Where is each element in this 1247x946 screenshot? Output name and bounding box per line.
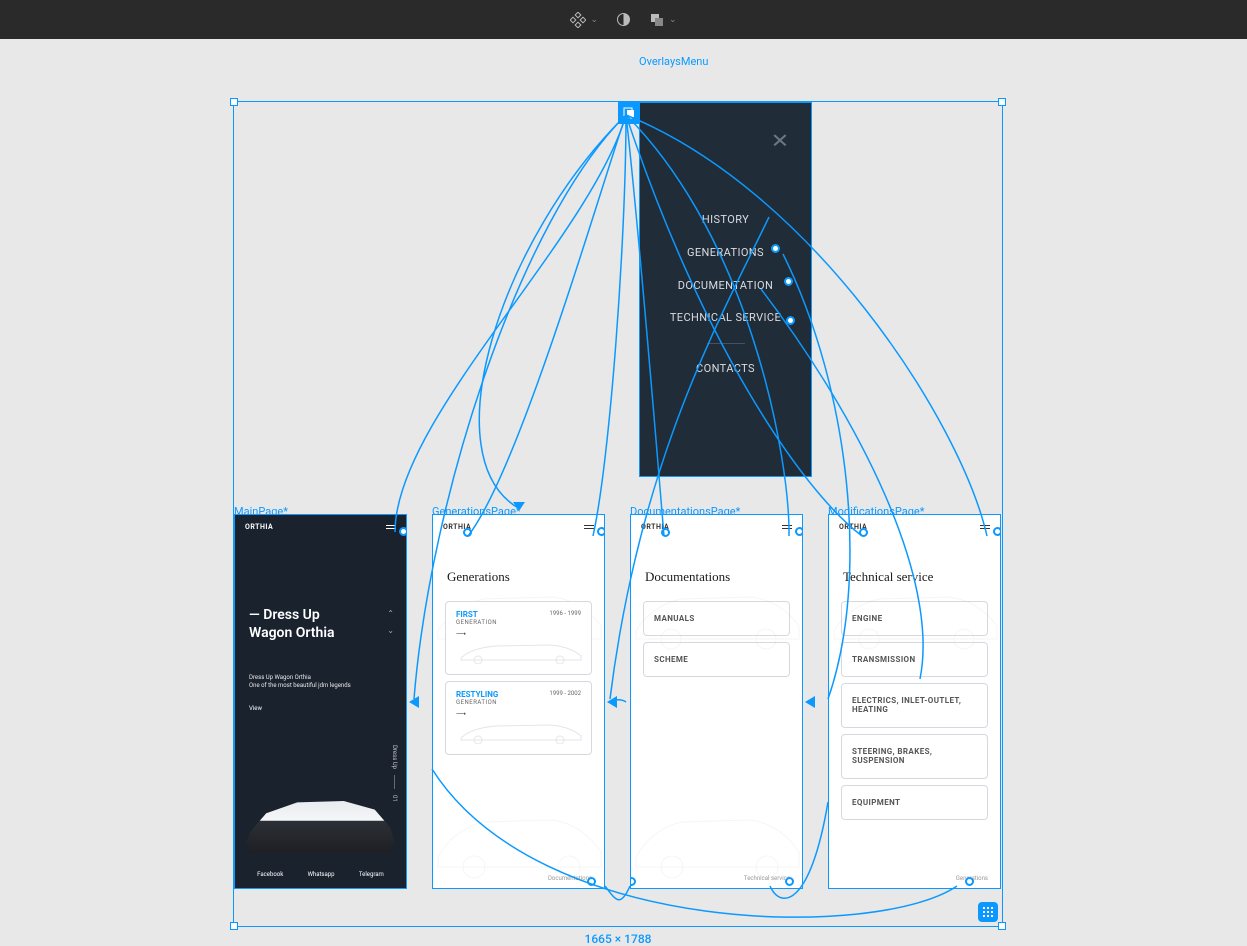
card-years: 1999 - 2002 [549, 690, 581, 697]
prototype-link-dot[interactable] [993, 527, 1001, 536]
scroll-chevrons[interactable]: ⌃⌄ [387, 609, 394, 635]
background-car-outline [829, 571, 1001, 651]
overlays-menu-frame[interactable]: ✕ HISTORY GENERATIONS DOCUMENTATION TECH… [639, 102, 812, 477]
prototype-link-dot[interactable] [786, 316, 795, 325]
prototype-link-dot[interactable] [795, 527, 803, 536]
prototype-link-dot[interactable] [597, 527, 605, 536]
card-years: 1996 - 1999 [549, 610, 581, 617]
tech-card-steering[interactable]: STEERING, BRAKES, SUSPENSION [841, 734, 988, 779]
arrow-right-icon: ⟶ [456, 710, 581, 718]
generation-card-first[interactable]: FIRST GENERATION 1996 - 1999 ⟶ [445, 601, 592, 675]
menu-item-technical[interactable]: TECHNICAL SERVICE [670, 302, 781, 335]
overlay-icon [623, 107, 635, 119]
generations-page-frame[interactable]: ORTHIA Generations FIRST GENERATION 1996… [432, 514, 605, 889]
card-car-outline [456, 640, 586, 664]
artboard-header: ORTHIA [433, 515, 604, 539]
tech-card-equipment[interactable]: EQUIPMENT [841, 785, 988, 820]
prototype-link-dot[interactable] [785, 877, 794, 886]
background-car-outline [631, 792, 803, 882]
prototype-link-dot[interactable] [463, 528, 472, 537]
hamburger-icon[interactable] [980, 525, 990, 529]
chevron-down-icon: ⌄ [387, 626, 394, 635]
prototype-connections [0, 39, 1247, 936]
prototype-link-dot[interactable] [399, 527, 407, 536]
tech-card-electrics[interactable]: ELECTRICS, INLET-OUTLET, HEATING [841, 683, 988, 728]
artboard-header: ORTHIA [829, 515, 1000, 539]
hamburger-icon[interactable] [782, 525, 792, 529]
design-canvas[interactable]: OverlaysMenu MainPage* GenerationsPage* … [0, 39, 1247, 936]
card-subtitle: GENERATION [456, 699, 581, 706]
layers-tool[interactable]: ⌄ [649, 12, 677, 28]
prototype-link-dot[interactable] [661, 528, 670, 537]
footer-nav[interactable]: Documentations [548, 875, 592, 882]
prototype-link-dot[interactable] [859, 528, 868, 537]
resize-handle-tl[interactable] [230, 98, 238, 106]
artboard-header: ORTHIA [235, 515, 406, 539]
prototype-link-dot[interactable] [630, 877, 636, 886]
view-link[interactable]: View [249, 705, 392, 712]
social-facebook[interactable]: Facebook [257, 871, 283, 878]
hero-section: — Dress UpWagon Orthia Dress Up Wagon Or… [235, 539, 406, 722]
close-icon[interactable]: ✕ [771, 130, 789, 153]
hamburger-icon[interactable] [584, 525, 594, 529]
chevron-down-icon: ⌄ [669, 15, 677, 25]
components-tool[interactable]: ⌄ [570, 12, 598, 28]
card-car-outline [456, 720, 586, 744]
background-car-outline [433, 792, 605, 882]
menu-divider [707, 343, 745, 344]
hamburger-icon[interactable] [386, 525, 396, 529]
menu-item-generations[interactable]: GENERATIONS [687, 236, 764, 269]
main-page-frame[interactable]: ORTHIA — Dress UpWagon Orthia Dress Up W… [234, 514, 407, 889]
background-car-outline [631, 571, 803, 651]
selection-dimensions: 1665 × 1788 [585, 932, 652, 946]
menu-items: HISTORY GENERATIONS DOCUMENTATION TECHNI… [640, 203, 811, 385]
social-whatsapp[interactable]: Whatsapp [308, 871, 335, 878]
prototype-link-dot[interactable] [965, 877, 974, 886]
resize-handle-tr[interactable] [998, 98, 1006, 106]
side-indicator: Dress Up01 [391, 745, 398, 802]
modifications-page-frame[interactable]: ORTHIA Technical service ENGINE TRANSMIS… [828, 514, 1001, 889]
resize-handle-bl[interactable] [230, 922, 238, 930]
menu-item-contacts[interactable]: CONTACTS [696, 352, 755, 385]
generation-card-restyling[interactable]: RESTYLING GENERATION 1999 - 2002 ⟶ [445, 681, 592, 755]
arrow-right-icon: ⟶ [456, 630, 581, 638]
diamond-grid-icon [570, 12, 586, 28]
frame-label-overlaysmenu[interactable]: OverlaysMenu [639, 55, 708, 68]
hero-subtitle: Dress Up Wagon Orthia One of the most be… [249, 674, 392, 691]
hero-title: — Dress UpWagon Orthia [249, 607, 392, 642]
chevron-down-icon: ⌄ [590, 15, 598, 25]
top-toolbar: ⌄ ⌄ [0, 0, 1247, 39]
social-telegram[interactable]: Telegram [359, 871, 384, 878]
menu-item-history[interactable]: HISTORY [702, 203, 749, 236]
contrast-tool[interactable] [616, 12, 631, 27]
layout-grid-badge[interactable] [978, 902, 998, 922]
chevron-up-icon: ⌃ [387, 609, 394, 618]
prototype-link-dot[interactable] [771, 244, 780, 253]
half-circle-icon [616, 12, 631, 27]
documentations-page-frame[interactable]: ORTHIA Documentations MANUALS SCHEME Tec… [630, 514, 803, 889]
grid-icon [982, 906, 994, 918]
card-subtitle: GENERATION [456, 619, 581, 626]
prototype-link-dot[interactable] [784, 277, 793, 286]
resize-handle-br[interactable] [998, 922, 1006, 930]
car-image [243, 788, 398, 860]
frame-type-badge[interactable] [618, 102, 640, 124]
footer-nav[interactable]: Technical service [744, 875, 790, 882]
menu-item-documentation[interactable]: DOCUMENTATION [678, 269, 773, 302]
logo: ORTHIA [245, 523, 273, 531]
artboard-header: ORTHIA [631, 515, 802, 539]
social-links: Facebook Whatsapp Telegram [235, 871, 406, 878]
prototype-link-dot[interactable] [587, 877, 596, 886]
overlap-squares-icon [649, 12, 665, 28]
